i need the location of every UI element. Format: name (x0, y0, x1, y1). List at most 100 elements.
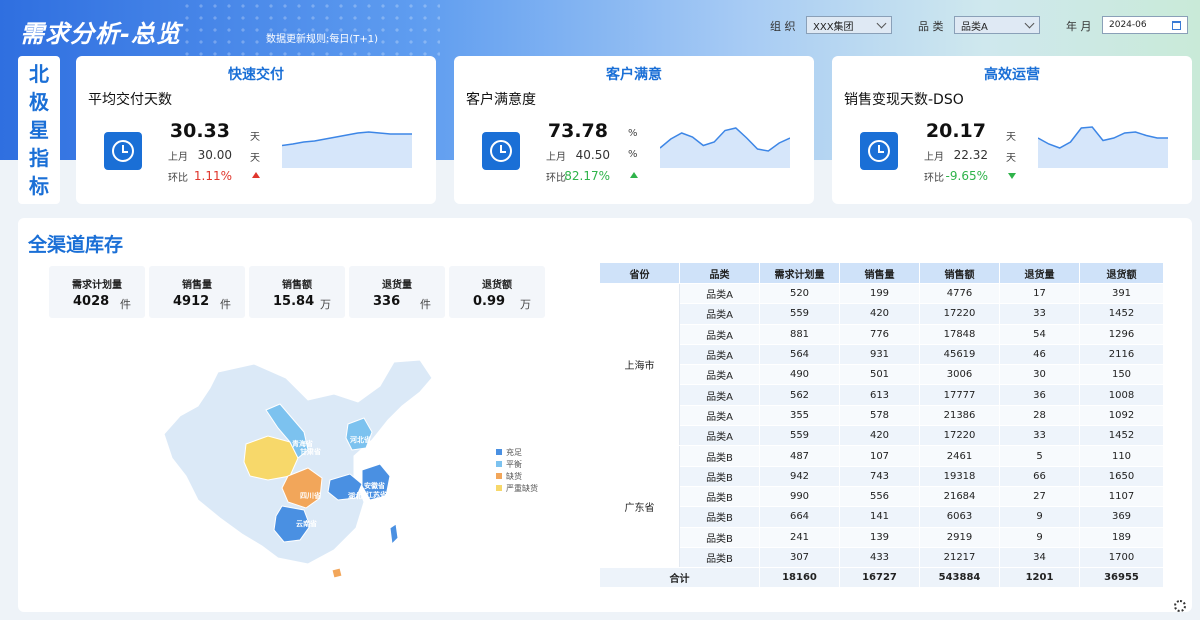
org-filter-label: 组 织 (770, 20, 796, 33)
table-cell: 1107 (1079, 485, 1164, 508)
table-cell: 199 (839, 282, 920, 305)
kpi-section-title: 高效运营 (984, 67, 1040, 83)
legend-label: 充足 (506, 447, 522, 457)
table-row: 品类B 942 743 19318 66 1650 (600, 465, 1164, 487)
stat-value: 336 (373, 294, 401, 309)
table-cell: 3006 (919, 364, 1000, 386)
inventory-table: 省份 品类 需求计划量 销售量 销售额 退货量 退货额 上海市 品类A 520 199 4776 17 3… (599, 262, 1164, 589)
kpi-mom-label: 环比 (546, 173, 566, 184)
map-region-hainan[interactable] (331, 567, 343, 579)
table-cell: 品类A (679, 425, 760, 447)
table-cell: 品类B (679, 445, 760, 467)
legend-item[interactable]: 平衡 (496, 458, 538, 470)
legend-item[interactable]: 缺货 (496, 470, 538, 482)
north-star-char: 指 (29, 146, 49, 170)
column-header[interactable]: 退货量 (999, 262, 1080, 284)
kpi-prev-value: 22.32 (953, 148, 988, 162)
stat-return-amount: 退货额 0.99 万 (449, 266, 545, 318)
kpi-sparkline (1038, 126, 1168, 168)
map-legend: 充足平衡缺货严重缺货 (496, 446, 538, 494)
table-cell: 9 (999, 506, 1080, 528)
table-cell: 307 (759, 546, 840, 569)
kpi-card-dso: 高效运营 销售变现天数-DSO 20.17 天上月 22.32 天环比 -9.65% (832, 56, 1192, 204)
map-region-taiwan[interactable] (389, 523, 399, 546)
table-cell: 559 (759, 303, 840, 325)
stat-sales-qty: 销售量 4912 件 (149, 266, 245, 318)
total-row: 合计 18160 16727 543884 1201 36955 (599, 567, 1164, 589)
table-row: 广东省 品类B 487 107 2461 5 110 (599, 445, 1164, 569)
map-label: 青海省 (292, 439, 313, 448)
column-header[interactable]: 销售额 (919, 262, 1000, 284)
trend-down-icon (1008, 173, 1016, 179)
table-row: 品类A 559 420 17220 33 1452 (600, 425, 1164, 447)
column-header[interactable]: 品类 (679, 262, 760, 284)
kpi-name: 平均交付天数 (88, 92, 172, 108)
total-cell: 18160 (759, 567, 840, 589)
table-cell: 490 (759, 364, 840, 386)
column-header[interactable]: 需求计划量 (759, 262, 840, 284)
kpi-mom-value: 1.11% (193, 169, 232, 183)
table-cell: 36 (999, 384, 1080, 406)
legend-item[interactable]: 严重缺货 (496, 482, 538, 494)
legend-label: 缺货 (506, 471, 522, 481)
org-select[interactable]: XXX集团 (806, 16, 892, 34)
stat-value: 15.84 (273, 294, 315, 309)
table-cell: 品类B (679, 465, 760, 487)
north-star-char: 星 (29, 118, 49, 142)
kpi-unit: 天 (1006, 132, 1016, 143)
table-cell: 2116 (1079, 343, 1164, 366)
table-cell: 17220 (919, 425, 1000, 447)
category-select[interactable]: 品类A (954, 16, 1040, 34)
clock-icon (104, 132, 142, 170)
table-row: 品类A 490 501 3006 30 150 (600, 364, 1164, 386)
table-row: 品类A 355 578 21386 28 1092 (600, 404, 1164, 427)
kpi-sparkline (660, 127, 790, 168)
page-title: 需求分析-总览 (20, 20, 181, 48)
category-select-value: 品类A (961, 21, 988, 33)
stat-demand: 需求计划量 4028 件 (49, 266, 145, 318)
column-header[interactable]: 退货额 (1079, 262, 1164, 284)
column-header[interactable]: 销售量 (839, 262, 920, 284)
table-cell: 1650 (1079, 465, 1164, 487)
table-cell: 33 (999, 425, 1080, 447)
legend-item[interactable]: 充足 (496, 446, 538, 458)
kpi-value: 30.33 (169, 120, 230, 142)
calendar-icon (1172, 20, 1181, 30)
settings-icon[interactable] (1174, 600, 1186, 612)
north-star-char: 极 (29, 90, 49, 114)
kpi-sparkline (282, 131, 412, 168)
month-picker[interactable]: 2024-06 (1102, 16, 1188, 34)
stat-value: 4028 (73, 294, 110, 309)
kpi-mom-value: 82.17% (564, 169, 610, 183)
table-cell: 33 (999, 303, 1080, 325)
table-cell: 613 (839, 384, 920, 406)
table-cell: 139 (839, 526, 920, 548)
table-cell: 520 (759, 282, 840, 305)
table-cell: 150 (1079, 364, 1164, 386)
kpi-prev-label: 上月 (168, 152, 188, 163)
table-cell: 品类A (679, 364, 760, 386)
china-inventory-map[interactable]: 青海省 甘肃省 河北省 四川省 湖北省 安徽省 江苏省 云南省 (158, 358, 458, 598)
table-cell: 17848 (919, 323, 1000, 345)
table-cell: 21217 (919, 546, 1000, 569)
table-cell: 241 (759, 526, 840, 548)
stat-unit: 件 (120, 298, 131, 311)
table-cell: 776 (839, 323, 920, 345)
stat-sales-amount: 销售额 15.84 万 (249, 266, 345, 318)
inventory-panel: 全渠道库存 需求计划量 4028 件 销售量 4912 件 销售额 15.84 … (18, 218, 1192, 612)
table-cell: 1296 (1079, 323, 1164, 345)
table-cell: 54 (999, 323, 1080, 345)
table-row: 上海市 品类A 520 199 4776 17 391 (599, 282, 1164, 447)
legend-label: 严重缺货 (506, 483, 538, 493)
stat-label: 销售额 (282, 280, 312, 291)
kpi-prev-unit: % (628, 149, 638, 160)
table-cell: 189 (1079, 526, 1164, 548)
legend-label: 平衡 (506, 459, 522, 469)
kpi-prev-label: 上月 (546, 152, 566, 163)
column-header[interactable]: 省份 (599, 262, 680, 284)
table-cell: 9 (999, 526, 1080, 548)
stat-unit: 件 (220, 298, 231, 311)
table-cell: 4776 (919, 282, 1000, 305)
total-cell: 36955 (1079, 567, 1164, 589)
map-label: 安徽省 (364, 481, 385, 490)
